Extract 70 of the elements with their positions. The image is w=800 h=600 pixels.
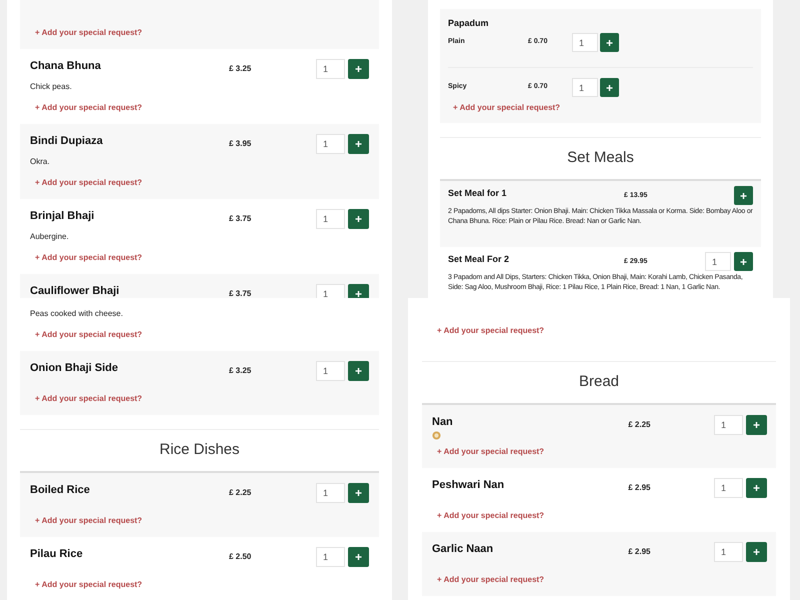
section-heading: Set Meals: [567, 148, 634, 168]
dish-name: Chana Bhuna: [30, 59, 102, 73]
quantity-field[interactable]: 1: [316, 134, 345, 154]
quantity-field[interactable]: 1: [316, 483, 345, 503]
special-request-link[interactable]: + Add your special request?: [437, 325, 544, 337]
dish-description: Okra.: [30, 156, 51, 168]
add-button[interactable]: +: [348, 483, 369, 503]
add-button[interactable]: +: [746, 542, 767, 562]
quantity-field[interactable]: 1: [316, 361, 345, 381]
dish-description: Aubergine.: [30, 231, 70, 243]
dish-name: Set Meal for 1: [448, 187, 508, 199]
dish-name: Set Meal For 2: [448, 253, 510, 265]
add-button[interactable]: +: [734, 186, 753, 205]
dish-name: Boiled Rice: [30, 483, 91, 497]
add-button[interactable]: +: [348, 284, 369, 298]
dish-name: Bindi Dupiaza: [30, 134, 104, 148]
add-button[interactable]: +: [746, 478, 767, 498]
special-request-link[interactable]: + Add your special request?: [437, 574, 767, 586]
add-button[interactable]: +: [734, 252, 753, 271]
special-request-link[interactable]: + Add your special request?: [35, 515, 370, 527]
quantity-field[interactable]: 1: [316, 284, 345, 298]
quantity-field[interactable]: 1: [572, 33, 598, 52]
quantity-field[interactable]: 1: [714, 542, 743, 562]
dish-name: Cauliflower Bhaji: [30, 284, 120, 298]
add-button[interactable]: +: [746, 415, 767, 435]
dish-price: £ 2.95: [628, 482, 652, 493]
quantity-field[interactable]: 1: [714, 415, 743, 435]
dish-price: £ 3.95: [229, 138, 252, 149]
add-button[interactable]: +: [348, 547, 369, 567]
section-heading: Rice Dishes: [159, 440, 240, 460]
special-request-link[interactable]: + Add your special request?: [35, 393, 370, 405]
dish-name: Papadum: [448, 17, 490, 30]
quantity-field[interactable]: 1: [316, 59, 345, 79]
dish-price: £ 3.25: [229, 365, 252, 376]
quantity-field[interactable]: 1: [714, 478, 743, 498]
special-request-link[interactable]: + Add your special request?: [437, 510, 767, 522]
special-request-link[interactable]: + Add your special request?: [437, 446, 767, 458]
quantity-field[interactable]: 1: [316, 547, 345, 567]
add-button[interactable]: +: [348, 134, 369, 154]
quantity-field[interactable]: 1: [705, 252, 731, 271]
section-heading: Bread: [578, 372, 620, 392]
special-request-link[interactable]: + Add your special request?: [453, 102, 753, 114]
add-button[interactable]: +: [348, 59, 369, 79]
add-button[interactable]: +: [600, 78, 619, 97]
dish-price: £ 2.25: [229, 487, 252, 498]
dish-name: Peshwari Nan: [432, 478, 506, 492]
add-button[interactable]: +: [348, 209, 369, 229]
dish-price: £ 2.50: [229, 551, 252, 562]
dish-name: Brinjal Bhaji: [30, 209, 96, 223]
dish-price: £ 3.25: [229, 63, 252, 74]
dish-price: £ 2.25: [628, 419, 652, 430]
dish-name: Onion Bhaji Side: [30, 361, 120, 375]
special-request-link[interactable]: + Add your special request?: [35, 252, 370, 264]
dish-description: Peas cooked with cheese.: [30, 308, 124, 320]
dish-price: £ 3.75: [229, 213, 252, 224]
dish-price: £ 2.95: [628, 546, 652, 557]
dish-name: Pilau Rice: [30, 547, 84, 561]
dish-description: Chick peas.: [30, 81, 73, 93]
quantity-field[interactable]: 1: [572, 78, 598, 97]
dish-name: Nan: [432, 415, 454, 429]
special-request-link[interactable]: + Add your special request?: [35, 102, 370, 114]
special-request-link[interactable]: + Add your special request?: [35, 329, 142, 341]
dish-name: Garlic Naan: [432, 542, 494, 556]
special-request-link[interactable]: + Add your special request?: [35, 579, 370, 591]
special-request-link[interactable]: + Add your special request?: [35, 27, 142, 39]
add-button[interactable]: +: [348, 361, 369, 381]
special-request-link[interactable]: + Add your special request?: [35, 177, 370, 189]
quantity-field[interactable]: 1: [316, 209, 345, 229]
add-button[interactable]: +: [600, 33, 619, 52]
dish-price: £ 3.75: [229, 288, 252, 298]
